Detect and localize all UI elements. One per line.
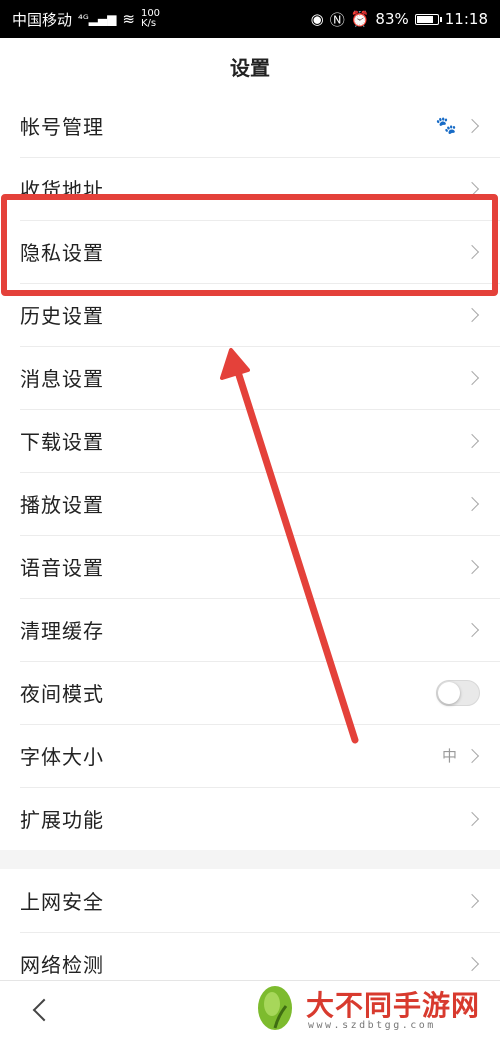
row-privacy-settings[interactable]: 隐私设置 bbox=[0, 220, 500, 283]
eye-icon: ◉ bbox=[310, 10, 324, 28]
row-label: 收货地址 bbox=[20, 178, 104, 202]
page-title: 设置 bbox=[230, 55, 270, 80]
row-extensions[interactable]: 扩展功能 bbox=[0, 787, 500, 850]
font-size-value: 中 bbox=[441, 747, 457, 765]
watermark-name: 大不同手游网 bbox=[306, 989, 481, 1022]
row-shipping-address[interactable]: 收货地址 bbox=[0, 157, 500, 220]
row-label: 历史设置 bbox=[20, 304, 104, 328]
battery-icon bbox=[414, 13, 442, 25]
settings-group-main: 帐号管理 🐾 收货地址 隐私设置 历史设置 消息设置 下载设置 播放设置 语音设… bbox=[0, 94, 500, 850]
chevron-right-icon bbox=[464, 496, 480, 511]
alarm-icon: ⏰ bbox=[350, 10, 370, 28]
chevron-right-icon bbox=[464, 244, 480, 259]
row-voice-settings[interactable]: 语音设置 bbox=[0, 535, 500, 598]
wifi-icon: ≋ bbox=[122, 10, 135, 28]
chevron-right-icon bbox=[464, 893, 480, 908]
settings-group-network: 上网安全 网络检测 bbox=[0, 869, 500, 995]
back-button[interactable] bbox=[26, 995, 56, 1025]
chevron-right-icon bbox=[464, 559, 480, 574]
row-history-settings[interactable]: 历史设置 bbox=[0, 283, 500, 346]
signal-icon: ⁴ᴳ▂▄▆ bbox=[78, 12, 117, 26]
row-label: 网络检测 bbox=[20, 953, 104, 977]
night-mode-toggle[interactable] bbox=[436, 679, 480, 706]
row-label: 隐私设置 bbox=[20, 241, 104, 265]
row-web-security[interactable]: 上网安全 bbox=[0, 869, 500, 932]
leaf-logo-icon bbox=[258, 986, 292, 1030]
row-label: 上网安全 bbox=[20, 890, 104, 914]
chevron-right-icon bbox=[464, 956, 480, 971]
row-clear-cache[interactable]: 清理缓存 bbox=[0, 598, 500, 661]
battery-percent: 83% bbox=[375, 10, 409, 28]
back-arrow-icon bbox=[32, 998, 56, 1022]
row-label: 语音设置 bbox=[20, 556, 104, 580]
nfc-icon: Ⓝ bbox=[329, 10, 345, 29]
row-account-management[interactable]: 帐号管理 🐾 bbox=[0, 94, 500, 157]
chevron-right-icon bbox=[464, 370, 480, 385]
status-bar: 中国移动 ⁴ᴳ▂▄▆ ≋ 100 K/s ◉ Ⓝ ⏰ 83% 11:18 bbox=[0, 0, 500, 38]
chevron-right-icon bbox=[464, 748, 480, 763]
chevron-right-icon bbox=[464, 307, 480, 322]
speed-unit: K/s bbox=[140, 18, 157, 29]
watermark-url: www.szdbtgg.com bbox=[308, 1020, 436, 1031]
network-speed: 100 K/s bbox=[141, 9, 160, 29]
title-bar: 设置 bbox=[0, 38, 500, 95]
watermark: 大不同手游网 www.szdbtgg.com bbox=[250, 980, 500, 1038]
row-label: 清理缓存 bbox=[20, 619, 104, 643]
chevron-right-icon bbox=[464, 118, 480, 133]
row-label: 播放设置 bbox=[20, 493, 104, 517]
row-label: 下载设置 bbox=[20, 430, 104, 454]
row-label: 夜间模式 bbox=[20, 682, 104, 706]
row-label: 扩展功能 bbox=[20, 808, 104, 832]
row-download-settings[interactable]: 下载设置 bbox=[0, 409, 500, 472]
chevron-right-icon bbox=[464, 811, 480, 826]
row-playback-settings[interactable]: 播放设置 bbox=[0, 472, 500, 535]
toggle-knob bbox=[438, 681, 460, 704]
battery-fill bbox=[416, 15, 433, 23]
chevron-right-icon bbox=[464, 433, 480, 448]
chevron-right-icon bbox=[464, 622, 480, 637]
paw-icon: 🐾 bbox=[435, 115, 457, 136]
row-label: 消息设置 bbox=[20, 367, 104, 391]
row-label: 字体大小 bbox=[20, 745, 104, 769]
carrier-label: 中国移动 bbox=[12, 10, 73, 29]
row-message-settings[interactable]: 消息设置 bbox=[0, 346, 500, 409]
row-night-mode: 夜间模式 bbox=[0, 661, 500, 724]
row-label: 帐号管理 bbox=[20, 115, 104, 139]
clock: 11:18 bbox=[444, 10, 488, 28]
row-font-size[interactable]: 字体大小 中 bbox=[0, 724, 500, 787]
chevron-right-icon bbox=[464, 181, 480, 196]
